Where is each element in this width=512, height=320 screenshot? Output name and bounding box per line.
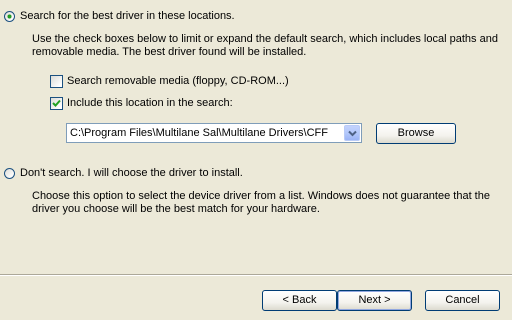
footer-divider (0, 274, 512, 276)
back-button[interactable]: < Back (262, 290, 337, 311)
checkmark-icon (52, 99, 61, 107)
browse-button[interactable]: Browse (376, 123, 456, 144)
removable-media-checkbox[interactable] (50, 75, 63, 88)
search-radio[interactable] (4, 11, 15, 22)
removable-media-label[interactable]: Search removable media (floppy, CD-ROM..… (67, 75, 289, 88)
dropdown-arrow-button[interactable] (344, 125, 360, 141)
location-combobox[interactable]: C:\Program Files\Multilane Sal\Multilane… (66, 123, 362, 143)
dont-search-radio[interactable] (4, 168, 15, 179)
search-radio-label[interactable]: Search for the best driver in these loca… (20, 10, 235, 23)
dont-search-radio-label[interactable]: Don't search. I will choose the driver t… (20, 167, 243, 180)
include-location-checkbox[interactable] (50, 97, 63, 110)
include-location-label[interactable]: Include this location in the search: (67, 97, 233, 110)
search-description: Use the check boxes below to limit or ex… (32, 33, 498, 58)
cancel-button[interactable]: Cancel (425, 290, 500, 311)
chevron-down-icon (348, 130, 357, 137)
radio-selected-dot (8, 15, 11, 18)
dont-search-description: Choose this option to select the device … (32, 190, 490, 215)
location-combobox-value: C:\Program Files\Multilane Sal\Multilane… (70, 127, 328, 139)
next-button[interactable]: Next > (337, 290, 412, 311)
